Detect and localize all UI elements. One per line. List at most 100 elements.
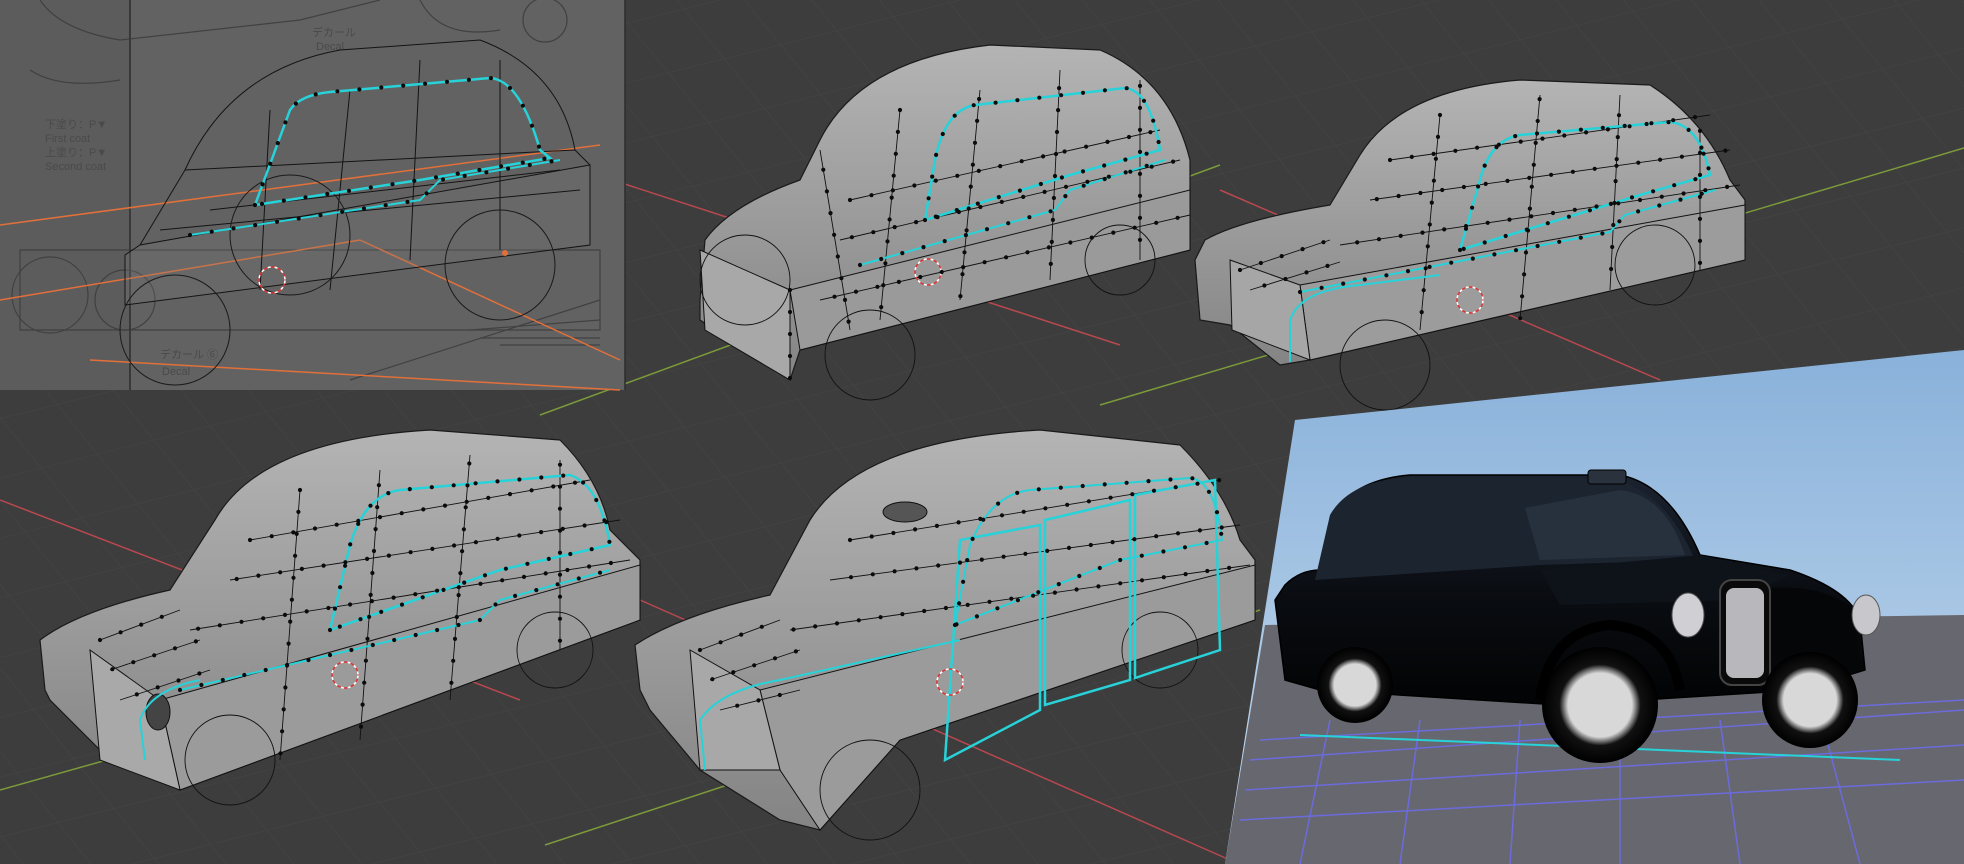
- mesh-vertex: [942, 239, 947, 244]
- mesh-vertex: [1017, 188, 1023, 193]
- mesh-vertex: [914, 566, 919, 571]
- mesh-vertex: [327, 627, 333, 633]
- mesh-vertex: [456, 585, 461, 590]
- mesh-vertex: [503, 566, 508, 571]
- mesh-vertex: [507, 492, 513, 497]
- decal-jp-top-label: デカール: [312, 25, 356, 39]
- mesh-vertex: [1637, 197, 1643, 203]
- mesh-vertex: [349, 647, 354, 653]
- mesh-vertex: [934, 152, 939, 157]
- mesh-vertex: [847, 537, 853, 543]
- mesh-vertex: [1175, 215, 1180, 220]
- mesh-vertex: [1139, 553, 1144, 558]
- mesh-vertex: [390, 182, 395, 187]
- mesh-vertex: [386, 553, 391, 558]
- mesh-vertex: [848, 575, 854, 580]
- mesh-vertex: [456, 593, 461, 598]
- mesh-vertex: [1697, 150, 1703, 155]
- mesh-vertex: [1074, 587, 1079, 592]
- mesh-vertex: [370, 642, 375, 648]
- mesh-vertex: [274, 219, 280, 224]
- mesh-vertex: [1050, 217, 1055, 222]
- mesh-vertex: [1182, 545, 1188, 550]
- mesh-vertex: [1031, 593, 1036, 598]
- mesh-vertex: [1523, 250, 1529, 255]
- mesh-vertex: [325, 191, 330, 197]
- mesh-vertex: [1021, 194, 1026, 199]
- mesh-vertex: [1052, 590, 1057, 595]
- mesh-vertex: [1610, 244, 1615, 250]
- mesh-vertex: [1110, 540, 1115, 545]
- mesh-vertex: [239, 619, 244, 624]
- mesh-vertex: [1045, 548, 1050, 554]
- mesh-vertex: [1102, 482, 1107, 487]
- mesh-vertex: [896, 279, 902, 284]
- mesh-vertex: [839, 276, 844, 281]
- mesh-vertex: [220, 677, 225, 683]
- mesh-vertex: [280, 729, 285, 734]
- mesh-vertex: [466, 77, 471, 82]
- mesh-vertex: [966, 206, 971, 211]
- mesh-vertex: [278, 751, 283, 756]
- mesh-vertex: [1614, 163, 1619, 168]
- mesh-vertex: [965, 602, 970, 608]
- mesh-vertex: [970, 162, 976, 167]
- mesh-vertex: [1128, 169, 1133, 174]
- mesh-vertex: [517, 477, 522, 482]
- mesh-vertex: [1418, 190, 1423, 196]
- mesh-vertex: [1043, 506, 1048, 511]
- mesh-vertex: [1068, 240, 1073, 245]
- mesh-vertex: [461, 527, 466, 532]
- mesh-vertex: [256, 573, 261, 578]
- mesh-vertex: [956, 520, 961, 525]
- mesh-vertex: [495, 479, 500, 484]
- mesh-vertex: [961, 265, 966, 270]
- mesh-vertex: [172, 646, 178, 651]
- mesh-vertex: [1627, 124, 1632, 129]
- mesh-vertex: [334, 522, 339, 527]
- mesh-vertex: [1614, 157, 1619, 162]
- mesh-vertex: [1066, 545, 1072, 551]
- mesh-vertex: [413, 592, 418, 597]
- mesh-vertex: [1535, 118, 1540, 124]
- mesh-vertex: [824, 189, 830, 194]
- mesh-vertex: [463, 505, 468, 510]
- mesh-vertex: [1137, 193, 1143, 198]
- mesh-vertex: [1059, 93, 1064, 98]
- mesh-vertex: [1021, 509, 1026, 514]
- mesh-vertex: [1149, 164, 1154, 169]
- mesh-vertex: [1693, 177, 1698, 182]
- mesh-vertex: [242, 672, 247, 678]
- mesh-vertex: [1482, 240, 1487, 245]
- mesh-vertex: [1608, 201, 1613, 206]
- mesh-vertex: [196, 626, 201, 631]
- mesh-vertex: [999, 199, 1004, 204]
- mesh-vertex: [131, 660, 136, 665]
- mesh-vertex: [772, 656, 778, 661]
- mesh-vertex: [1137, 237, 1143, 242]
- mesh-vertex: [361, 206, 367, 211]
- mesh-vertex: [293, 553, 298, 558]
- mesh-vertex: [1384, 273, 1389, 278]
- mesh-vertex: [1507, 217, 1512, 222]
- mesh-vertex: [289, 597, 294, 602]
- mesh-vertex: [1513, 248, 1519, 253]
- mesh-vertex: [1102, 176, 1107, 182]
- mesh-vertex: [1183, 572, 1188, 577]
- mesh-vertex: [1173, 485, 1178, 490]
- mesh-vertex: [358, 617, 363, 622]
- mesh-vertex: [1437, 112, 1443, 118]
- mesh-vertex: [557, 550, 563, 555]
- mesh-vertex: [1609, 266, 1614, 272]
- mesh-vertex: [958, 294, 963, 299]
- mesh-vertex: [433, 175, 439, 180]
- mesh-vertex: [1550, 210, 1556, 216]
- mesh-vertex: [1097, 565, 1102, 571]
- mesh-vertex: [520, 160, 525, 165]
- mesh-vertex: [849, 235, 855, 240]
- mesh-vertex: [975, 201, 980, 206]
- mesh-vertex: [462, 580, 467, 585]
- mesh-vertex: [1725, 184, 1730, 189]
- mesh-vertex: [539, 475, 544, 480]
- mesh-vertex: [977, 96, 982, 102]
